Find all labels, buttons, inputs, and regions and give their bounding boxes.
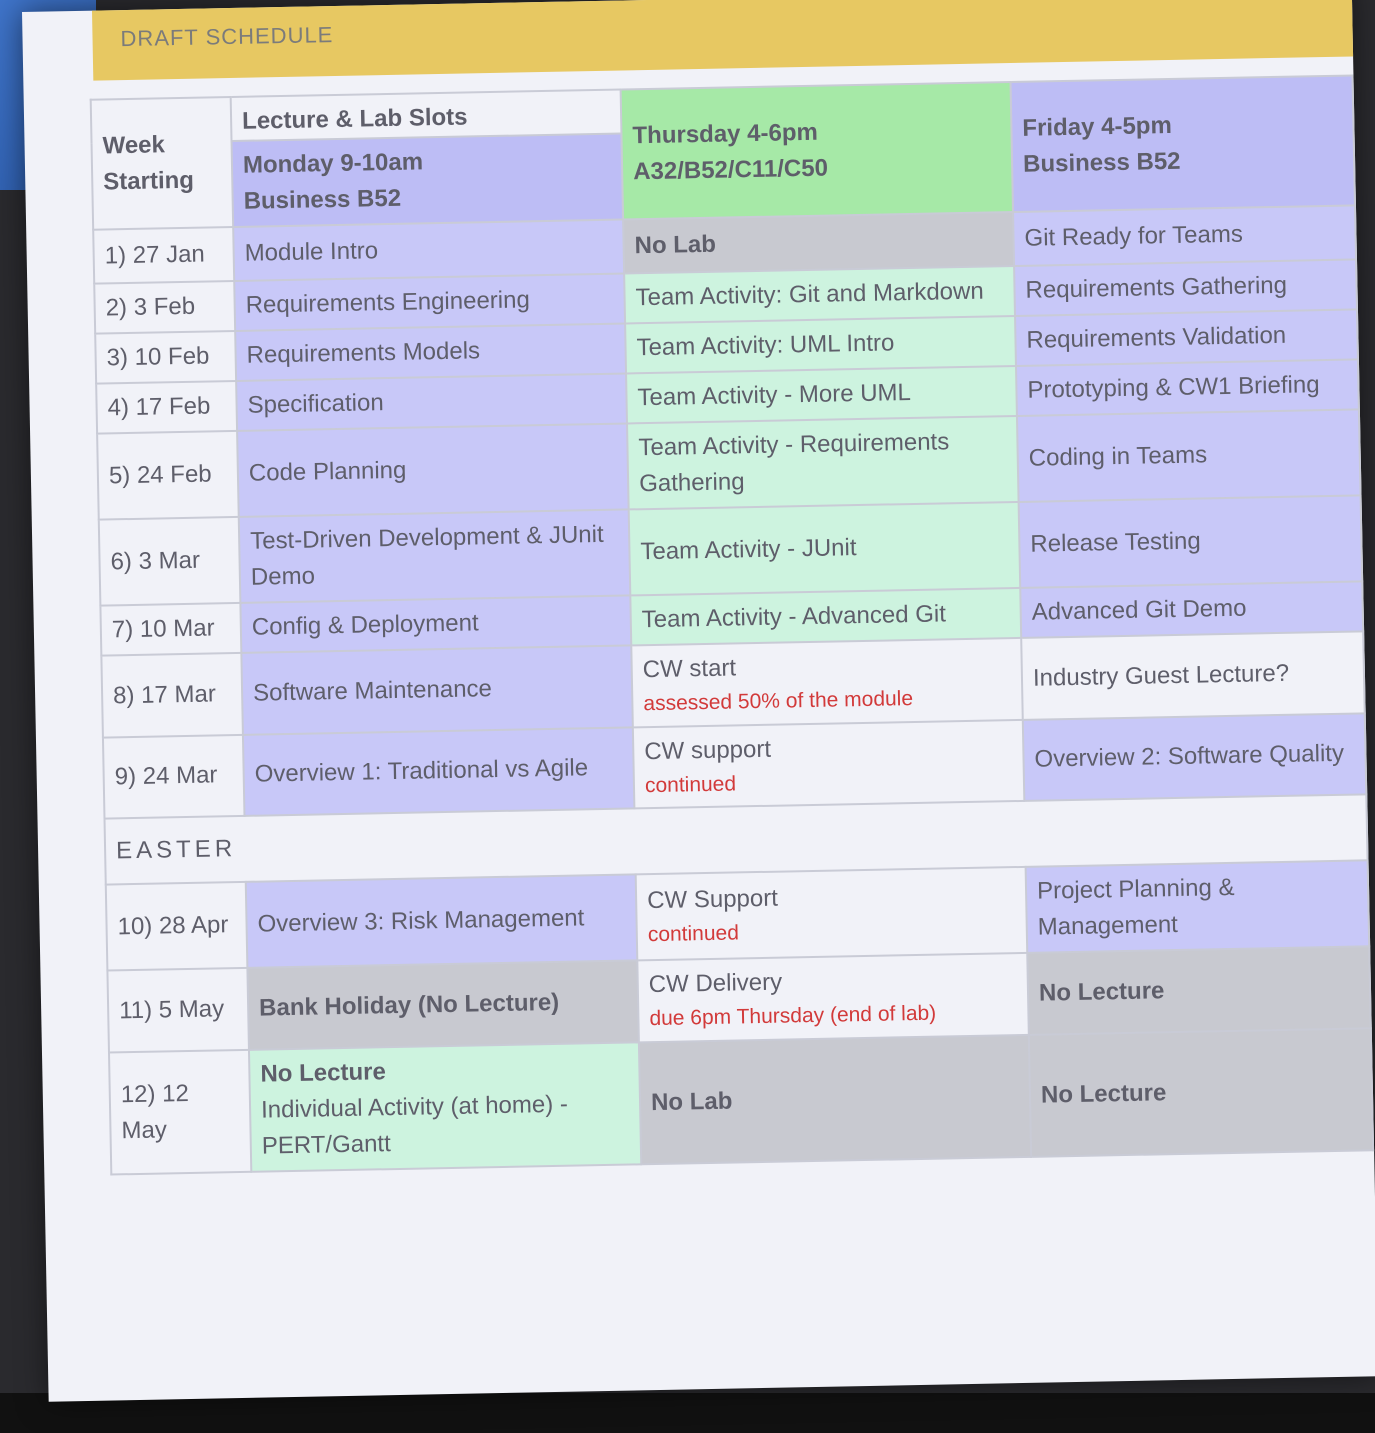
header-starting: Starting: [103, 166, 195, 196]
friday-cell: Requirements Gathering: [1014, 259, 1357, 316]
thursday-cell: Team Activity - Advanced Git: [630, 587, 1022, 646]
monday-cell: Module Intro: [233, 219, 625, 281]
schedule-table: Week Starting Lecture & Lab Slots Thursd…: [90, 74, 1374, 1175]
schedule-slide: DRAFT SCHEDULE Week Starting Lecture & L…: [22, 0, 1375, 1402]
monday-cell: Requirements Models: [235, 323, 627, 381]
thursday-cell-note: continued: [644, 771, 737, 797]
week-cell: 3) 10 Feb: [95, 330, 237, 384]
thursday-cell: CW Delivery due 6pm Thursday (end of lab…: [637, 952, 1029, 1042]
banner-title: DRAFT SCHEDULE: [91, 0, 1354, 81]
thursday-cell: No Lab: [623, 212, 1015, 274]
week-cell: 8) 17 Mar: [101, 652, 243, 738]
monday-cell: Software Maintenance: [241, 645, 633, 735]
week-cell: 7) 10 Mar: [100, 602, 242, 656]
friday-cell: Industry Guest Lecture?: [1021, 631, 1365, 720]
week-cell: 9) 24 Mar: [102, 734, 245, 819]
background-floor: [0, 1393, 1375, 1433]
monday-cell: Specification: [236, 373, 628, 431]
week-cell: 11) 5 May: [107, 967, 249, 1053]
header-friday-room: Business B52: [1022, 147, 1181, 178]
thursday-cell-note: continued: [647, 921, 740, 947]
week-cell: 5) 24 Feb: [97, 430, 239, 520]
thursday-cell-note: due 6pm Thursday (end of lab): [649, 1001, 937, 1031]
friday-cell: Overview 2: Software Quality: [1022, 712, 1367, 801]
header-friday-cell: Friday 4-5pm Business B52: [1010, 75, 1355, 213]
friday-cell: Git Ready for Teams: [1013, 205, 1356, 267]
header-friday-time: Friday 4-5pm: [1022, 111, 1173, 142]
monday-cell: Config & Deployment: [240, 595, 632, 653]
monday-cell: Bank Holiday (No Lecture): [247, 960, 639, 1050]
week-cell: 10) 28 Apr: [105, 881, 248, 971]
thursday-cell-note: assessed 50% of the module: [643, 687, 914, 716]
friday-cell: No Lecture: [1028, 1027, 1374, 1157]
thursday-cell: CW support continued: [632, 719, 1025, 809]
friday-cell: Prototyping & CW1 Briefing: [1015, 359, 1359, 416]
thursday-cell: No Lab: [638, 1034, 1032, 1164]
friday-cell: Coding in Teams: [1016, 409, 1361, 502]
monday-cell: Overview 1: Traditional vs Agile: [242, 726, 635, 816]
thursday-cell: Team Activity - JUnit: [628, 501, 1021, 596]
header-week: Week: [102, 131, 166, 160]
week-cell: 4) 17 Feb: [96, 380, 238, 434]
header-monday-room: Business B52: [243, 184, 402, 215]
monday-cell-detail: Individual Activity (at home) - PERT/Gan…: [260, 1090, 569, 1160]
thursday-cell: Team Activity - More UML: [626, 365, 1017, 424]
table-row: 12) 12 May No Lecture Individual Activit…: [108, 1027, 1374, 1174]
thursday-cell: Team Activity: UML Intro: [625, 315, 1016, 374]
friday-cell: Project Planning & Management: [1025, 860, 1370, 953]
thursday-cell: Team Activity: Git and Markdown: [624, 266, 1016, 324]
week-cell: 12) 12 May: [108, 1049, 252, 1174]
monday-cell: Test-Driven Development & JUnit Demo: [238, 509, 631, 603]
friday-cell: Release Testing: [1018, 495, 1363, 588]
monday-cell: Overview 3: Risk Management: [245, 874, 638, 968]
monday-cell: Requirements Engineering: [234, 273, 626, 331]
header-row-1: Week Starting Lecture & Lab Slots Thursd…: [90, 75, 1355, 230]
header-monday-cell: Monday 9-10am Business B52: [231, 133, 624, 227]
friday-cell: Requirements Validation: [1015, 309, 1358, 366]
week-cell: 1) 27 Jan: [93, 226, 235, 284]
header-thursday-room: A32/B52/C11/C50: [632, 154, 829, 186]
friday-cell: Advanced Git Demo: [1020, 581, 1364, 638]
header-week-cell: Week Starting: [90, 97, 234, 230]
week-cell: 2) 3 Feb: [94, 280, 236, 334]
header-thursday-cell: Thursday 4-6pm A32/B52/C11/C50: [620, 82, 1014, 220]
thursday-cell: CW start assessed 50% of the module: [631, 637, 1023, 727]
thursday-cell: Team Activity - Requirements Gathering: [627, 415, 1019, 510]
monday-cell: No Lecture Individual Activity (at home)…: [248, 1041, 642, 1172]
friday-cell: No Lecture: [1027, 946, 1371, 1035]
thursday-cell: CW Support continued: [635, 866, 1028, 961]
week-cell: 6) 3 Mar: [98, 516, 241, 606]
monday-cell: Code Planning: [237, 423, 629, 517]
header-slots: Lecture & Lab Slots: [230, 89, 622, 142]
